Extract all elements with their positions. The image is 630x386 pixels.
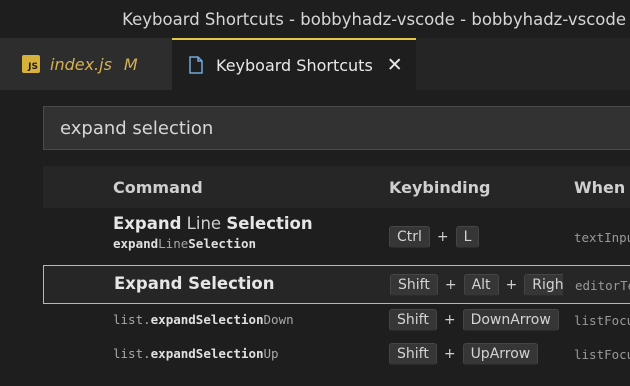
when-cell: editorTextFocus [575, 278, 630, 293]
id-text: Up [263, 346, 279, 361]
editor-tabs: JS index.js M Keyboard Shortcuts ✕ [0, 38, 630, 90]
key-label: Shift [389, 309, 437, 331]
id-text: Down [263, 312, 294, 327]
key-label: Alt [463, 274, 499, 296]
key-separator: + [443, 346, 456, 362]
table-row[interactable]: list.expandSelectionDown Shift + DownArr… [43, 304, 630, 338]
key-label: DownArrow [462, 309, 559, 331]
key-separator: + [444, 277, 457, 293]
command-cell: Expand Selection [114, 274, 275, 293]
title-bar: Keyboard Shortcuts - bobbyhadz-vscode - … [0, 0, 630, 38]
command-cell: Expand Line Selection expandLineSelectio… [113, 214, 313, 251]
when-cell: listFocus [574, 347, 630, 362]
keybinding-cell[interactable]: Shift + UpArrow [389, 343, 569, 365]
title-match: Selection [226, 214, 313, 233]
modified-badge: M [123, 54, 138, 74]
table-row[interactable]: list.expandSelectionUp Shift + UpArrow l… [43, 338, 630, 372]
id-match: expandSelection [150, 346, 264, 361]
column-header-keybinding[interactable]: Keybinding [389, 178, 491, 197]
keybinding-cell[interactable]: Ctrl + L [389, 226, 569, 248]
command-title: Expand Line Selection [113, 214, 313, 233]
when-cell: listFocus [574, 313, 630, 328]
close-icon[interactable]: ✕ [387, 54, 403, 76]
window-title: Keyboard Shortcuts - bobbyhadz-vscode - … [122, 9, 626, 29]
column-header-when[interactable]: When [574, 178, 625, 197]
column-header-command[interactable]: Command [113, 178, 203, 197]
key-label: L [455, 226, 480, 248]
tab-keyboard-shortcuts[interactable]: Keyboard Shortcuts ✕ [172, 38, 416, 90]
id-text: list. [113, 346, 151, 361]
tab-index-js[interactable]: JS index.js M [0, 38, 172, 90]
key-label: Shift [389, 343, 437, 365]
keybinding-cell[interactable]: Shift + DownArrow [389, 309, 569, 331]
id-match: expandSelection [150, 312, 264, 327]
table-header: Command Keybinding When [43, 166, 630, 208]
search-input[interactable] [43, 106, 630, 150]
tab-label: Keyboard Shortcuts [216, 55, 373, 75]
command-cell: list.expandSelectionDown [113, 312, 294, 327]
key-label: UpArrow [462, 343, 539, 365]
key-label: RightArrow [524, 274, 563, 296]
title-match: Expand Selection [114, 274, 275, 293]
command-cell: list.expandSelectionUp [113, 346, 279, 361]
document-icon [188, 56, 204, 74]
table-row-selected[interactable]: Expand Selection Shift + Alt + RightArro… [43, 265, 630, 304]
keybinding-cell[interactable]: Shift + Alt + RightArrow [390, 274, 563, 296]
key-separator: + [505, 277, 518, 293]
id-text: Line [158, 236, 189, 251]
id-match: Selection [188, 236, 256, 251]
key-label: Ctrl [389, 226, 430, 248]
key-separator: + [436, 229, 449, 245]
table-row[interactable]: Expand Line Selection expandLineSelectio… [43, 208, 630, 264]
key-label: Shift [390, 274, 438, 296]
js-file-icon: JS [22, 55, 40, 73]
keybindings-editor: Command Keybinding When Expand Line Sele… [0, 90, 630, 386]
title-match: Expand [113, 214, 182, 233]
command-title: Expand Selection [114, 274, 275, 293]
id-match: expand [113, 236, 159, 251]
key-separator: + [443, 312, 456, 328]
command-id: expandLineSelection [113, 236, 313, 251]
title-text: Line [181, 214, 227, 233]
tab-label: index.js [50, 54, 112, 74]
when-cell: textInputFocus [574, 230, 630, 245]
id-text: list. [113, 312, 151, 327]
